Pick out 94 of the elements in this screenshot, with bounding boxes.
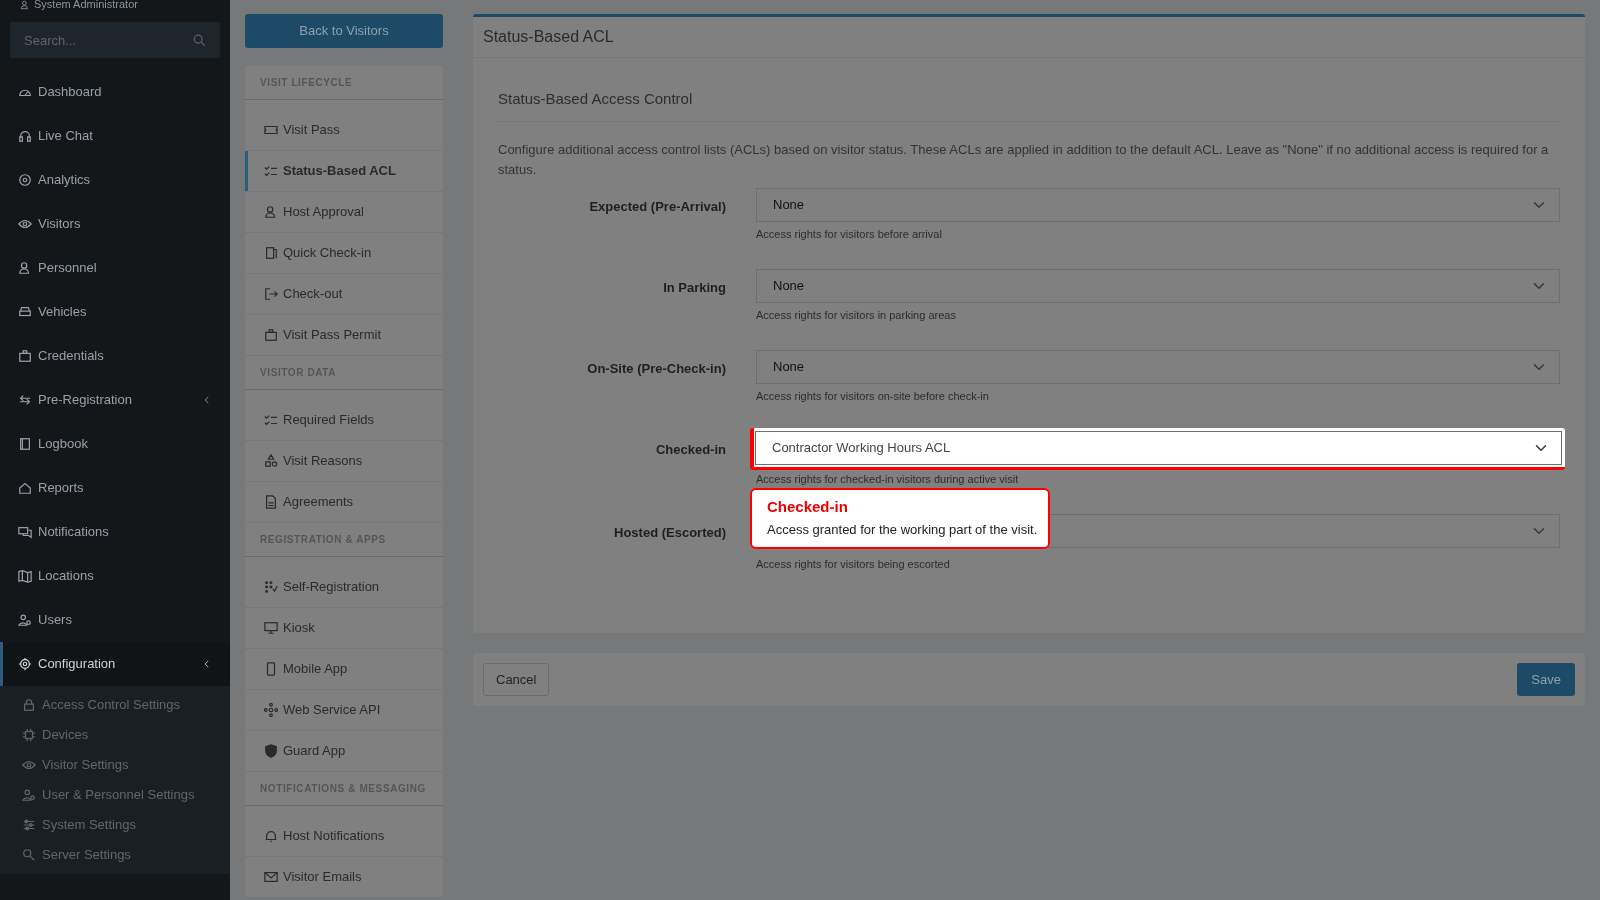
settings-nav-item[interactable]: Visit Reasons bbox=[245, 441, 443, 482]
field-label: In Parking bbox=[662, 278, 727, 297]
sliders-icon bbox=[22, 818, 36, 832]
submenu-item[interactable]: Access Control Settings bbox=[0, 690, 230, 720]
description-text: Configure additional access control lists (ACLs) based on visitor status. These ACLs are applied in addition to the default ACL. Leave as "None" if no additional access is required for a status. bbox=[498, 140, 1550, 179]
envelope-icon bbox=[264, 870, 278, 884]
wrench-icon bbox=[22, 848, 36, 862]
submenu-item[interactable]: Visitor Settings bbox=[0, 750, 230, 780]
sidebar-item[interactable]: Locations bbox=[0, 554, 230, 598]
sidebar-item[interactable]: Personnel bbox=[0, 246, 230, 290]
document-icon bbox=[264, 495, 278, 509]
users-icon bbox=[18, 613, 32, 627]
field-label: Checked-in bbox=[654, 440, 727, 459]
ticket-icon bbox=[264, 123, 278, 137]
select-field[interactable]: None bbox=[756, 349, 1560, 384]
exit-icon bbox=[264, 287, 278, 301]
sidebar-item[interactable]: Users bbox=[0, 598, 230, 642]
headset-icon bbox=[18, 129, 32, 143]
person-icon bbox=[20, 0, 30, 11]
bell-icon bbox=[264, 829, 278, 843]
sidebar-item[interactable]: Analytics bbox=[0, 158, 230, 202]
users-icon bbox=[22, 788, 36, 802]
checklist-icon bbox=[264, 413, 278, 427]
badge-icon bbox=[18, 349, 32, 363]
network-icon bbox=[264, 703, 278, 717]
help-text: Access rights for visitors being escorted bbox=[756, 557, 951, 571]
lock-icon bbox=[22, 698, 36, 712]
person-icon bbox=[264, 205, 278, 219]
back-button[interactable]: Back to Visitors bbox=[245, 14, 443, 48]
help-text: Access rights for checked-in visitors during active visit bbox=[756, 472, 1020, 486]
sidebar-item[interactable]: Visitors bbox=[0, 202, 230, 246]
settings-nav-item[interactable]: Agreements bbox=[245, 482, 443, 523]
help-text: Access rights for visitors before arrival bbox=[756, 227, 943, 241]
sidebar-item[interactable]: Logbook bbox=[0, 422, 230, 466]
cancel-button[interactable]: Cancel bbox=[483, 662, 550, 696]
shapes-icon bbox=[264, 454, 278, 468]
sidebar-item[interactable]: Credentials bbox=[0, 334, 230, 378]
submenu-item[interactable]: Server Settings bbox=[0, 840, 230, 870]
car-icon bbox=[18, 305, 32, 319]
badge-icon bbox=[264, 328, 278, 342]
settings-nav-item[interactable]: Check-out bbox=[245, 274, 443, 315]
user-name: System Administrator bbox=[34, 0, 138, 10]
help-text: Access rights for visitors on-site before check-in bbox=[756, 389, 990, 403]
search-icon bbox=[192, 33, 206, 47]
arrows-icon bbox=[18, 393, 32, 407]
settings-nav-item[interactable]: Quick Check-in bbox=[245, 233, 443, 274]
chip-icon bbox=[22, 728, 36, 742]
settings-nav-item[interactable]: Host Approval bbox=[245, 192, 443, 233]
field-label: On-Site (Pre-Check-in) bbox=[586, 359, 727, 378]
settings-nav-item[interactable]: Status-Based ACL bbox=[245, 151, 443, 192]
submenu-item[interactable]: Devices bbox=[0, 720, 230, 750]
phone-icon bbox=[264, 662, 278, 676]
field-label: Expected (Pre-Arrival) bbox=[588, 197, 727, 216]
eye-icon bbox=[18, 217, 32, 231]
help-text: Access rights for visitors in parking areas bbox=[756, 308, 957, 322]
panel-title: Status-Based ACL bbox=[473, 17, 1585, 58]
checklist-icon bbox=[264, 164, 278, 178]
settings-nav-item[interactable]: Kiosk bbox=[245, 608, 443, 649]
house-icon bbox=[18, 481, 32, 495]
sidebar-item[interactable]: Notifications bbox=[0, 510, 230, 554]
shield-icon bbox=[264, 744, 278, 758]
settings-nav-item[interactable]: Guard App bbox=[245, 731, 443, 772]
select-field[interactable]: Contractor Working Hours ACL bbox=[755, 430, 1562, 465]
field-label: Hosted (Escorted) bbox=[613, 523, 727, 542]
save-button[interactable]: Save bbox=[1517, 662, 1575, 696]
search-field[interactable]: Search... bbox=[10, 22, 220, 58]
popover-title: Checked-in bbox=[767, 496, 849, 517]
submenu-item[interactable]: System Settings bbox=[0, 810, 230, 840]
sidebar-item[interactable]: Live Chat bbox=[0, 114, 230, 158]
book-icon bbox=[18, 437, 32, 451]
settings-nav-item[interactable]: Required Fields bbox=[245, 400, 443, 441]
door-icon bbox=[264, 246, 278, 260]
settings-nav-item[interactable]: Visit Pass Permit bbox=[245, 315, 443, 356]
sidebar-item[interactable]: Reports bbox=[0, 466, 230, 510]
submenu-item[interactable]: User & Personnel Settings bbox=[0, 780, 230, 810]
settings-nav-item[interactable]: Web Service API bbox=[245, 690, 443, 731]
monitor-icon bbox=[264, 621, 278, 635]
sidebar-item[interactable]: Vehicles bbox=[0, 290, 230, 334]
settings-nav-item[interactable]: Self-Registration bbox=[245, 567, 443, 608]
person-icon bbox=[18, 261, 32, 275]
chat-icon bbox=[18, 525, 32, 539]
select-field[interactable]: None bbox=[756, 187, 1560, 222]
settings-nav-item[interactable]: Visit Pass bbox=[245, 110, 443, 151]
section-title: Status-Based Access Control bbox=[498, 88, 1560, 122]
map-icon bbox=[18, 569, 32, 583]
eye-icon bbox=[22, 758, 36, 772]
settings-nav-item[interactable]: Mobile App bbox=[245, 649, 443, 690]
settings-nav-item[interactable]: Visitor Emails bbox=[245, 857, 443, 898]
sidebar-item[interactable]: Pre-Registration bbox=[0, 378, 230, 422]
settings-nav-item[interactable]: Host Notifications bbox=[245, 816, 443, 857]
grid-icon bbox=[264, 580, 278, 594]
select-field[interactable]: None bbox=[756, 268, 1560, 303]
sidebar-item[interactable]: Dashboard bbox=[0, 70, 230, 114]
target-icon bbox=[18, 173, 32, 187]
